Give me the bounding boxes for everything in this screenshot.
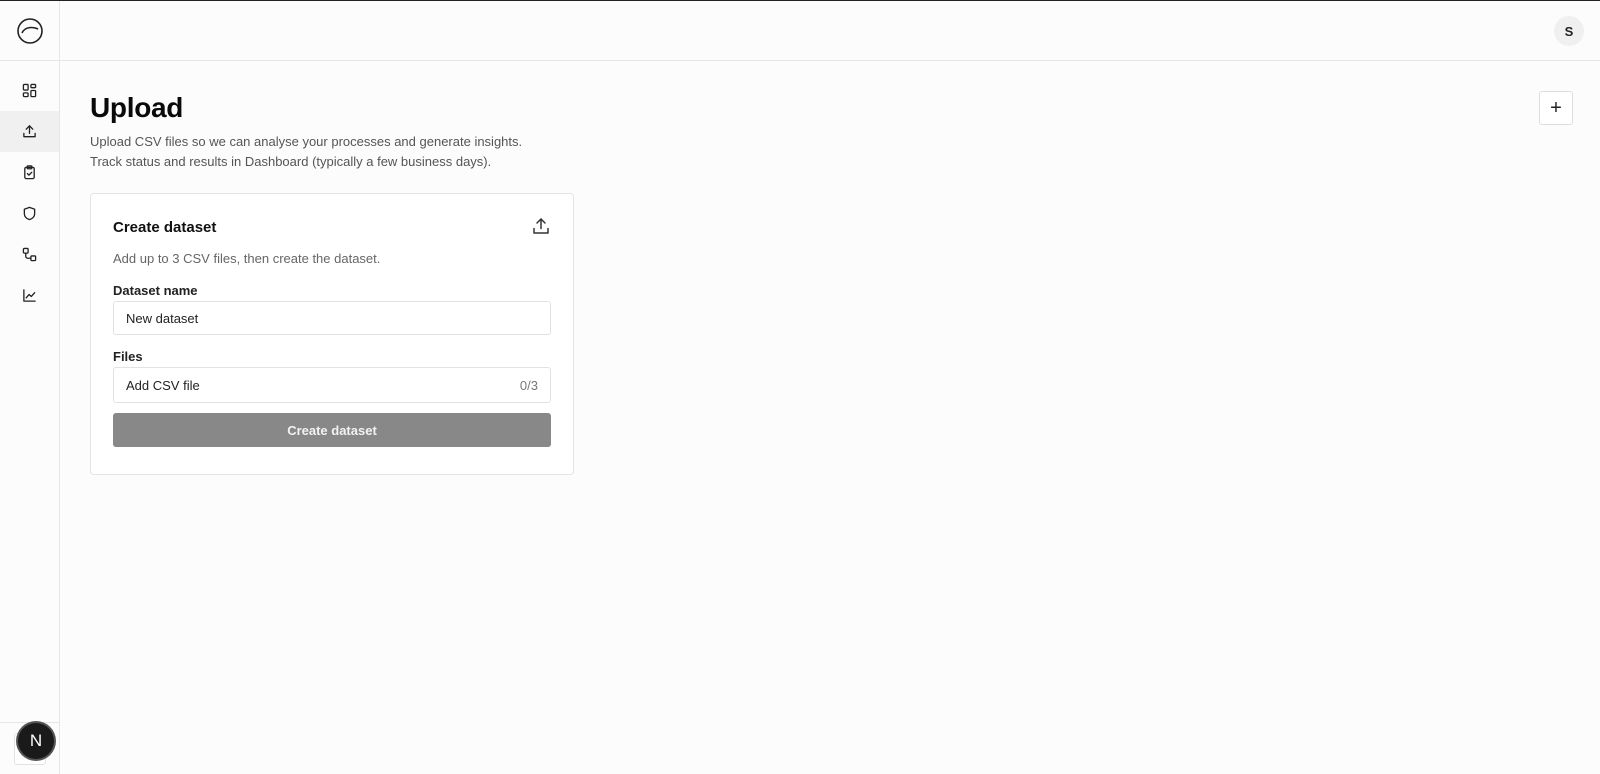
logo[interactable] [0,1,59,61]
clipboard-check-icon [24,165,35,180]
next-dev-indicator[interactable]: N [18,723,54,759]
sidebar-item-security[interactable] [0,193,59,234]
file-count: 0/3 [519,377,538,393]
page-title: Upload [90,92,184,123]
dashboard-icon [22,83,37,98]
line-chart-icon [23,289,36,302]
topbar: S [60,1,1600,61]
shield-icon [23,206,36,221]
add-csv-file-label: Add CSV file [126,377,200,393]
files-label: Files [113,349,143,364]
page-description: Upload CSV files so we can analyse your … [90,132,610,172]
logo-icon [16,17,43,44]
sidebar-item-dashboard[interactable] [0,70,59,111]
sidebar-item-workflows[interactable] [0,234,59,275]
create-dataset-button[interactable]: Create dataset [113,413,551,447]
dataset-name-input[interactable] [113,301,551,335]
main-content: Upload Upload CSV files so we can analys… [60,62,1600,774]
avatar[interactable]: S [1554,16,1584,46]
sidebar-nav [0,70,59,316]
workflow-icon [22,247,37,262]
dataset-name-label: Dataset name [113,283,198,298]
create-dataset-card: Create dataset Add up to 3 CSV files, th… [90,193,574,475]
next-badge-label: N [29,731,43,750]
sidebar-item-tasks[interactable] [0,152,59,193]
app-root: N S Upload Upload CSV files so we can an… [0,0,1600,774]
page-description-line-1: Upload CSV files so we can analyse your … [90,134,523,149]
page-description-line-2: Track status and results in Dashboard (t… [90,154,492,169]
upload-icon[interactable] [531,216,551,236]
sidebar-item-upload[interactable] [0,111,59,152]
plus-icon: + [1550,96,1562,119]
sidebar [0,1,60,774]
upload-icon [23,125,36,138]
sidebar-item-analytics[interactable] [0,275,59,316]
add-csv-file-button[interactable]: Add CSV file 0/3 [113,367,551,403]
avatar-initial: S [1564,23,1574,39]
card-title: Create dataset [113,219,217,236]
card-description: Add up to 3 CSV files, then create the d… [113,251,381,266]
add-button[interactable]: + [1539,91,1573,125]
